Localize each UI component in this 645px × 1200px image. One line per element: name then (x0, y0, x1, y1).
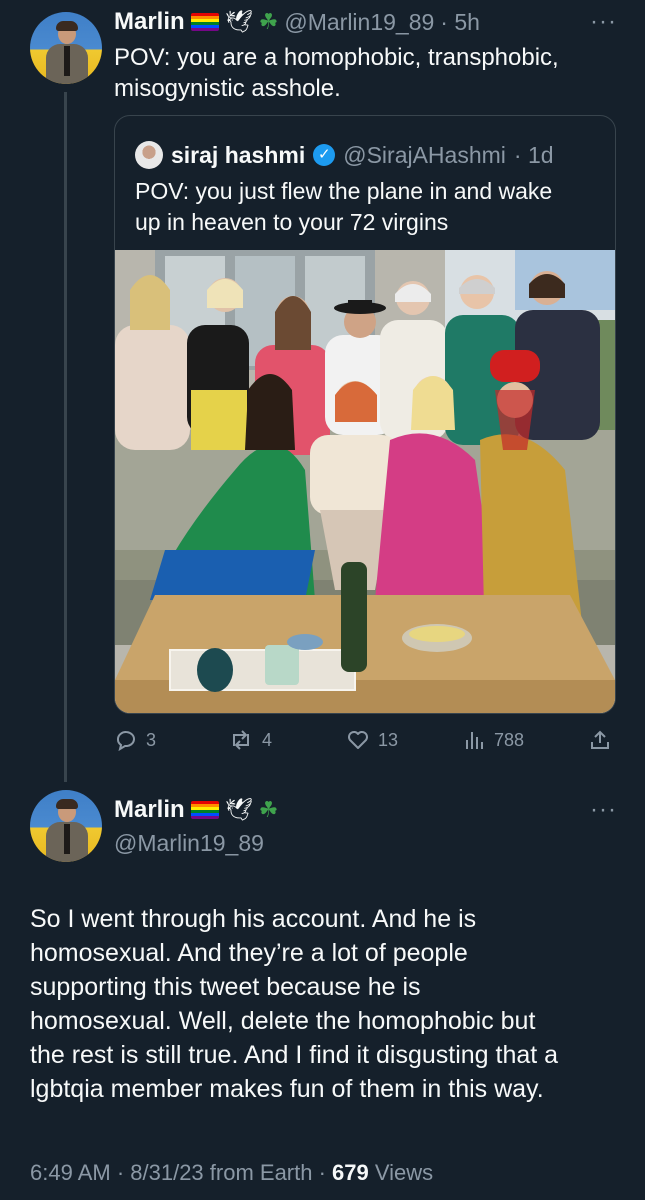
tweet-header: Marlin 🕊 ☘ (114, 794, 278, 826)
retweet-button[interactable]: 4 (228, 728, 272, 752)
tweet-text: So I went through his account. And he is… (30, 902, 630, 1106)
timestamp-source[interactable]: 6:49 AM · 8/31/23 from Earth · (30, 1160, 332, 1185)
avatar[interactable] (30, 12, 102, 84)
quoted-timestamp: · 1d (513, 141, 554, 168)
tweet-header: Marlin 🕊 ☘ @Marlin19_89 · 5h (114, 6, 480, 38)
like-count: 13 (378, 729, 399, 750)
views-count: 788 (494, 729, 525, 750)
tweet-text-line: misogynistic asshole. (114, 75, 341, 102)
quoted-text: POV: you just flew the plane in and wake… (135, 176, 605, 238)
tweet-text-line: POV: you are a homophobic, transphobic, (114, 44, 559, 71)
tweet-text-line: So I went through his account. And he is (30, 905, 477, 933)
quoted-author-name[interactable]: siraj hashmi (171, 142, 305, 169)
reply-icon (117, 731, 135, 752)
avatar[interactable] (30, 790, 102, 862)
share-icon (591, 730, 609, 749)
share-button[interactable] (588, 728, 612, 752)
retweet-icon (233, 730, 249, 750)
tweet-text-line: supporting this tweet because he is (30, 973, 421, 1001)
more-options-button[interactable]: ··· (590, 8, 617, 36)
verified-badge-icon: ✓ (313, 144, 336, 166)
thread-connector-line (64, 92, 67, 782)
quoted-header: siraj hashmi ✓ @SirajAHashmi · 1d (135, 140, 554, 170)
shamrock-icon: ☘ (258, 797, 279, 822)
tweet-text-line: homosexual. And they’re a lot of people (30, 939, 468, 967)
quoted-text-line: up in heaven to your 72 virgins (135, 209, 449, 235)
reply-button[interactable]: 3 (114, 728, 156, 752)
author-handle[interactable]: @Marlin19_89 (114, 830, 264, 857)
view-count: 679 (332, 1160, 369, 1185)
group-photo-illustration (115, 250, 615, 713)
quoted-text-line: POV: you just flew the plane in and wake (135, 178, 553, 204)
views-label: Views (368, 1160, 434, 1185)
tweet-text-line: homosexual. Well, delete the homophobic … (30, 1007, 536, 1035)
dove-icon: 🕊 (224, 797, 253, 822)
avatar[interactable] (135, 141, 163, 169)
like-button[interactable]: 13 (346, 728, 398, 752)
retweet-count: 4 (262, 729, 273, 750)
dove-icon: 🕊 (224, 9, 253, 34)
timestamp[interactable]: · 5h (440, 9, 480, 36)
rainbow-flag-icon (190, 801, 219, 819)
shamrock-icon: ☘ (258, 9, 279, 34)
author-name[interactable]: Marlin (114, 796, 185, 824)
author-handle[interactable]: @Marlin19_89 (284, 9, 434, 36)
tweet-text-line: the rest is still true. And I find it di… (30, 1041, 559, 1069)
views-chart-icon (466, 732, 483, 749)
more-options-button[interactable]: ··· (590, 796, 617, 824)
quoted-photo[interactable] (115, 250, 615, 713)
author-name[interactable]: Marlin (114, 8, 185, 36)
tweet-meta: 6:49 AM · 8/31/23 from Earth · 679 Views (30, 1160, 433, 1186)
views-button[interactable]: 788 (464, 728, 524, 752)
heart-icon (348, 731, 368, 749)
quoted-author-handle[interactable]: @SirajAHashmi (343, 142, 506, 169)
reply-count: 3 (146, 729, 157, 750)
quoted-tweet[interactable]: siraj hashmi ✓ @SirajAHashmi · 1d POV: y… (114, 115, 616, 714)
tweet-text-line: lgbtqia member makes fun of them in this… (30, 1075, 544, 1103)
tweet-text: POV: you are a homophobic, transphobic, … (114, 42, 614, 104)
rainbow-flag-icon (190, 13, 219, 31)
